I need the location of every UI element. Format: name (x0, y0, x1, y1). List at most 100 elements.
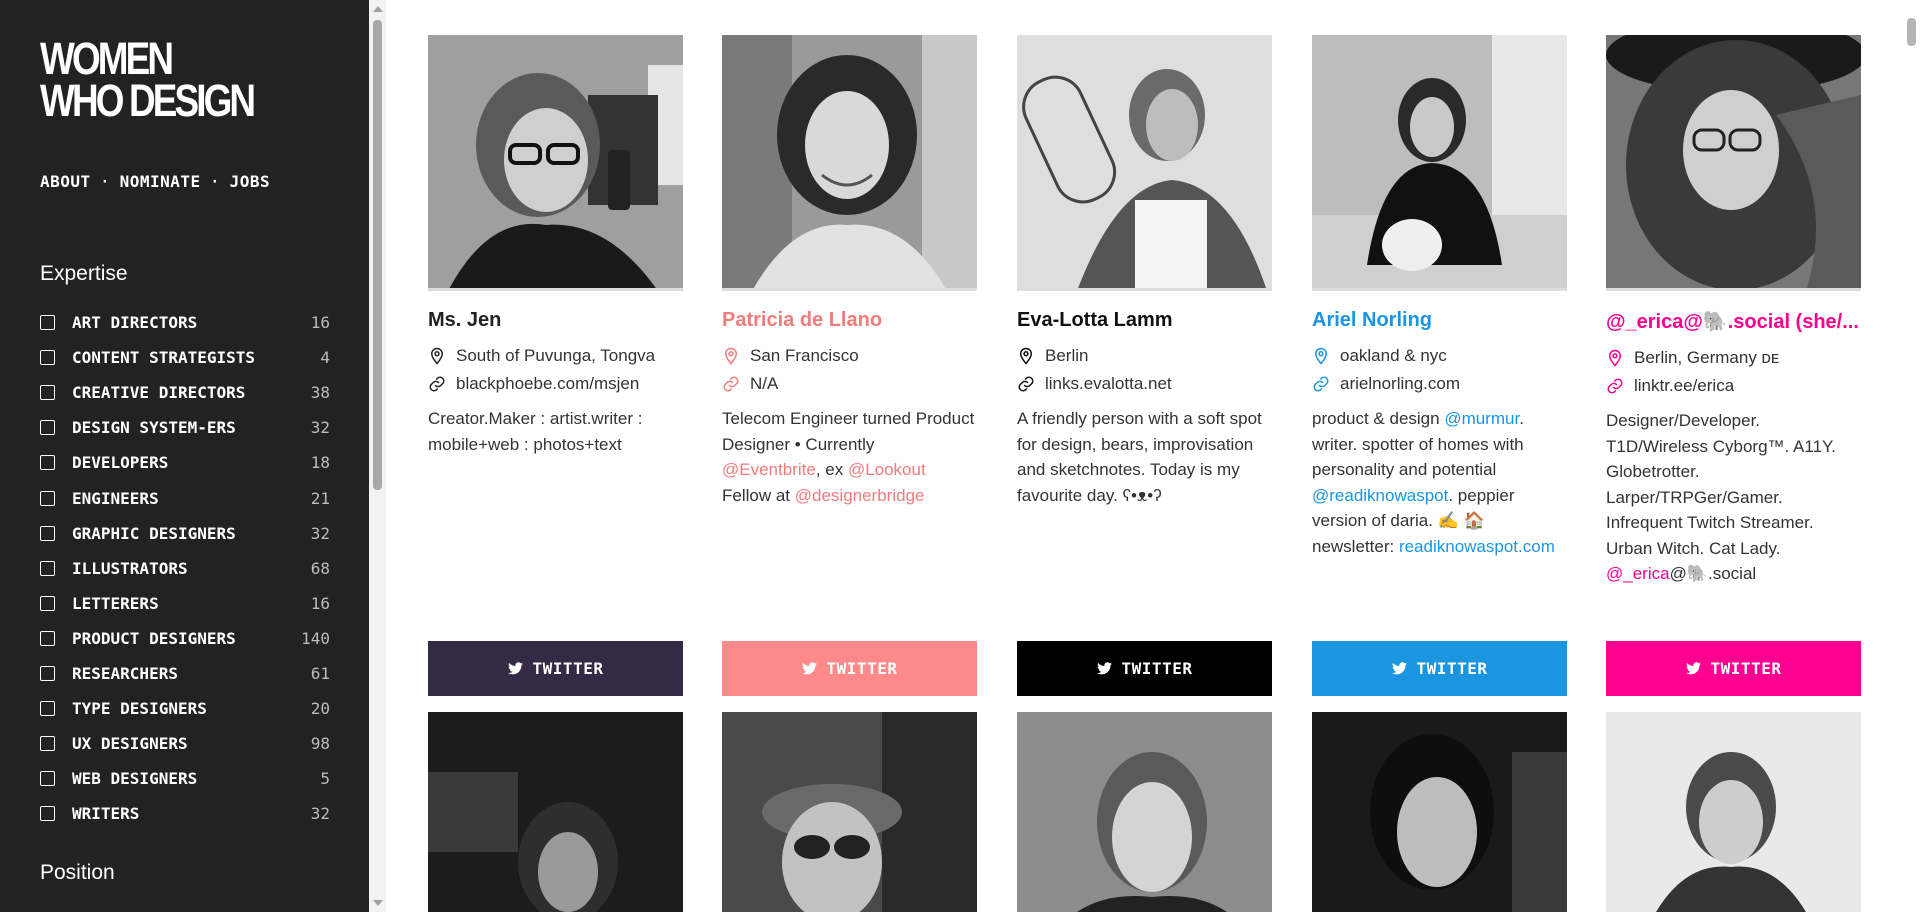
filter-letterers[interactable]: LETTERERS 16 (40, 586, 330, 621)
bio-mention-link[interactable]: @_erica (1606, 564, 1670, 583)
filter-design-system-ers[interactable]: DESIGN SYSTEM-ERS 32 (40, 410, 330, 445)
filter-writers[interactable]: WRITERS 32 (40, 796, 330, 831)
filter-engineers[interactable]: ENGINEERS 21 (40, 480, 330, 515)
nav-nominate-link[interactable]: NOMINATE (120, 172, 201, 191)
location-row: San Francisco (722, 342, 977, 370)
profile-photo[interactable] (1017, 35, 1272, 291)
filter-count: 5 (320, 769, 330, 789)
website-row[interactable]: arielnorling.com (1312, 370, 1567, 398)
profile-card (1606, 712, 1861, 912)
twitter-button[interactable]: TWITTER (1017, 641, 1272, 696)
top-nav: ABOUT · NOMINATE · JOBS (40, 172, 270, 191)
twitter-button[interactable]: TWITTER (1606, 641, 1861, 696)
profile-card (1312, 712, 1567, 912)
bio-text: Designer/Developer. T1D/Wireless Cyborg™… (1606, 411, 1836, 558)
sidebar-scrollbar[interactable] (369, 0, 386, 912)
expertise-heading: Expertise (40, 262, 128, 285)
profile-photo[interactable] (428, 35, 683, 291)
filter-content-strategists[interactable]: CONTENT STRATEGISTS 4 (40, 340, 330, 375)
filter-graphic-designers[interactable]: GRAPHIC DESIGNERS 32 (40, 516, 330, 551)
twitter-button[interactable]: TWITTER (722, 641, 977, 696)
profile-meta: South of Puvunga, Tongva blackphoebe.com… (428, 342, 683, 398)
checkbox[interactable] (40, 560, 55, 576)
checkbox[interactable] (40, 665, 55, 681)
scrollbar-thumb[interactable] (373, 20, 382, 490)
filter-creative-directors[interactable]: CREATIVE DIRECTORS 38 (40, 375, 330, 410)
twitter-button-label: TWITTER (532, 659, 604, 678)
profile-photo[interactable] (722, 712, 977, 912)
profile-name[interactable]: Ariel Norling (1312, 309, 1567, 332)
profile-photo[interactable] (1606, 35, 1861, 291)
profile-photo[interactable] (722, 35, 977, 291)
filter-illustrators[interactable]: ILLUSTRATORS 68 (40, 551, 330, 586)
profile-name[interactable]: @_erica@🐘.social (she/... (1606, 309, 1861, 334)
checkbox[interactable] (40, 701, 55, 717)
website-row[interactable]: linktr.ee/erica (1606, 372, 1861, 400)
nav-jobs-link[interactable]: JOBS (230, 172, 271, 191)
profile-bio: A friendly person with a soft spot for d… (1017, 409, 1262, 505)
checkbox[interactable] (40, 525, 55, 541)
bio-mention-link[interactable]: @murmur (1444, 409, 1519, 428)
website-row[interactable]: N/A (722, 370, 977, 398)
checkbox[interactable] (40, 455, 55, 471)
website-row[interactable]: links.evalotta.net (1017, 370, 1272, 398)
bio-text: @🐘.social (1669, 564, 1757, 583)
filter-web-designers[interactable]: WEB DESIGNERS 5 (40, 761, 330, 796)
twitter-bird-icon (1686, 662, 1701, 675)
profile-photo[interactable] (1312, 35, 1567, 291)
profile-photo[interactable] (1017, 712, 1272, 912)
filter-count: 21 (310, 488, 330, 508)
filter-ux-designers[interactable]: UX DESIGNERS 98 (40, 726, 330, 761)
filter-developers[interactable]: DEVELOPERS 18 (40, 445, 330, 480)
profile-name[interactable]: Patricia de Llano (722, 309, 977, 332)
checkbox[interactable] (40, 630, 55, 646)
site-logo[interactable]: WOMEN WHO DESIGN (40, 36, 256, 123)
checkbox[interactable] (40, 806, 55, 822)
checkbox[interactable] (40, 420, 55, 436)
profile-meta: Berlin, Germany ᴅᴇ linktr.ee/erica (1606, 344, 1861, 400)
filter-count: 18 (310, 453, 330, 473)
page-scrollbar[interactable] (1903, 0, 1920, 912)
profile-photo[interactable] (1312, 712, 1567, 912)
profile-website[interactable]: links.evalotta.net (1045, 374, 1172, 394)
position-heading: Position (40, 861, 115, 884)
scroll-up-arrow-icon[interactable] (373, 6, 383, 12)
filter-label: CONTENT STRATEGISTS (72, 348, 256, 368)
profile-card (1017, 712, 1272, 912)
checkbox[interactable] (40, 350, 55, 366)
profile-website[interactable]: linktr.ee/erica (1634, 376, 1734, 396)
filter-researchers[interactable]: RESEARCHERS 61 (40, 656, 330, 691)
filter-count: 61 (310, 663, 330, 683)
twitter-button[interactable]: TWITTER (1312, 641, 1567, 696)
twitter-button[interactable]: TWITTER (428, 641, 683, 696)
profile-name[interactable]: Ms. Jen (428, 309, 683, 332)
bio-link[interactable]: readiknowaspot.com (1399, 537, 1555, 556)
profile-name[interactable]: Eva-Lotta Lamm (1017, 309, 1272, 332)
bio-mention-link[interactable]: @readiknowaspot (1312, 486, 1448, 505)
nav-about-link[interactable]: ABOUT (40, 172, 91, 191)
checkbox[interactable] (40, 490, 55, 506)
profile-website[interactable]: N/A (750, 374, 778, 394)
filter-count: 98 (310, 734, 330, 754)
profile-card (722, 712, 977, 912)
bio-text: Telecom Engineer turned Product Designer… (722, 409, 975, 454)
checkbox[interactable] (40, 385, 55, 401)
checkbox[interactable] (40, 595, 55, 611)
checkbox[interactable] (40, 736, 55, 752)
bio-mention-link[interactable]: @Lookout (848, 460, 926, 479)
filter-count: 140 (301, 628, 330, 648)
scrollbar-thumb[interactable] (1907, 18, 1916, 46)
profile-website[interactable]: arielnorling.com (1340, 374, 1460, 394)
profile-photo[interactable] (428, 712, 683, 912)
website-row[interactable]: blackphoebe.com/msjen (428, 370, 683, 398)
checkbox[interactable] (40, 315, 55, 331)
scroll-down-arrow-icon[interactable] (373, 900, 383, 906)
filter-type-designers[interactable]: TYPE DESIGNERS 20 (40, 691, 330, 726)
filter-art-directors[interactable]: ART DIRECTORS 16 (40, 305, 330, 340)
checkbox[interactable] (40, 771, 55, 787)
profile-photo[interactable] (1606, 712, 1861, 912)
filter-product-designers[interactable]: PRODUCT DESIGNERS 140 (40, 621, 330, 656)
profile-website[interactable]: blackphoebe.com/msjen (456, 374, 639, 394)
bio-mention-link[interactable]: @Eventbrite (722, 460, 816, 479)
bio-mention-link[interactable]: @designerbridge (795, 486, 925, 505)
